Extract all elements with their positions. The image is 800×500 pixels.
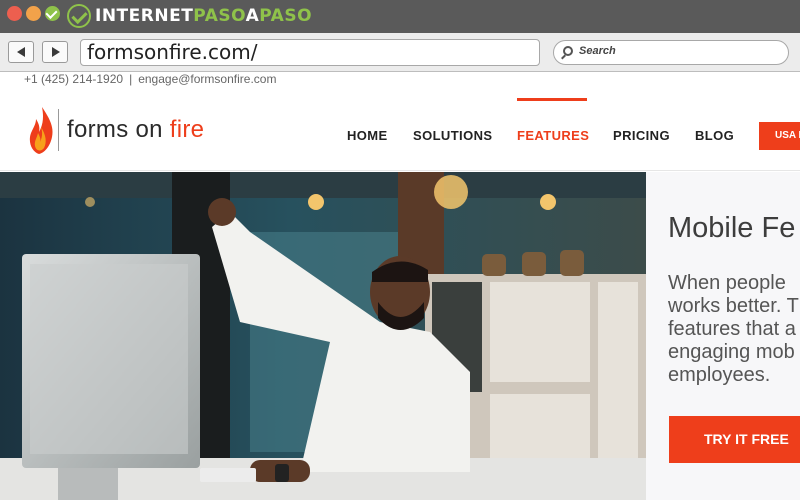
watermark-part-paso2: PASO <box>259 6 313 26</box>
email-link[interactable]: engage@formsonfire.com <box>138 72 276 86</box>
hero-panel: Mobile Fe When people works better. T fe… <box>646 172 800 500</box>
header-divider <box>0 170 800 171</box>
office-photo-illustration <box>0 172 646 500</box>
logo-text: forms on fire <box>67 116 204 144</box>
search-input[interactable]: Search <box>553 40 789 65</box>
logo-divider <box>58 109 59 151</box>
watermark-text: INTERNETPASOAPASO <box>95 6 312 26</box>
checkmark-logo-icon <box>67 4 91 28</box>
hero-text-line: engaging mob <box>668 341 795 363</box>
search-placeholder: Search <box>579 45 616 57</box>
window-titlebar: INTERNETPASOAPASO <box>0 0 800 33</box>
active-nav-indicator <box>517 98 587 101</box>
nav-home[interactable]: HOME <box>347 128 388 143</box>
close-window-button[interactable] <box>7 6 22 21</box>
hero-text-line: features that a <box>668 318 796 340</box>
contact-bar: +1 (425) 214-1920 | engage@formsonfire.com <box>24 72 276 86</box>
nav-pricing[interactable]: PRICING <box>613 128 670 143</box>
hero-text-line: When people <box>668 272 786 294</box>
watermark-part-paso: PASO <box>193 6 246 26</box>
hero-description: When people works better. T features tha… <box>668 272 799 387</box>
minimize-window-button[interactable] <box>26 6 41 21</box>
hero-text-line: works better. T <box>668 295 799 317</box>
watermark-part-a: A <box>245 6 260 26</box>
contact-separator: | <box>129 72 133 86</box>
arrow-left-icon <box>17 47 25 57</box>
try-it-free-button[interactable]: TRY IT FREE <box>669 416 800 463</box>
forward-button[interactable] <box>42 41 68 63</box>
zoom-window-button[interactable] <box>45 6 60 21</box>
watermark-part-internet: INTERNET <box>95 6 194 26</box>
logo-text-main: forms on <box>67 116 170 143</box>
watermark-brand: INTERNETPASOAPASO <box>67 3 312 29</box>
flame-icon <box>29 107 53 154</box>
arrow-right-icon <box>52 47 60 57</box>
nav-blog[interactable]: BLOG <box>695 128 734 143</box>
header-cta-button[interactable]: USA F <box>759 122 800 150</box>
back-button[interactable] <box>8 41 34 63</box>
logo-text-accent: fire <box>169 116 205 143</box>
hero-text-line: employees. <box>668 364 771 386</box>
nav-solutions[interactable]: SOLUTIONS <box>413 128 492 143</box>
hero-image <box>0 172 646 500</box>
address-bar[interactable]: formsonfire.com/ <box>80 39 540 66</box>
check-icon <box>45 6 58 20</box>
nav-features[interactable]: FEATURES <box>517 128 589 143</box>
browser-toolbar: formsonfire.com/ Search <box>0 33 800 72</box>
site-logo[interactable]: forms on fire <box>28 104 204 156</box>
phone-link[interactable]: +1 (425) 214-1920 <box>24 72 123 86</box>
search-icon <box>563 46 573 56</box>
hero-title: Mobile Fe <box>668 212 796 244</box>
